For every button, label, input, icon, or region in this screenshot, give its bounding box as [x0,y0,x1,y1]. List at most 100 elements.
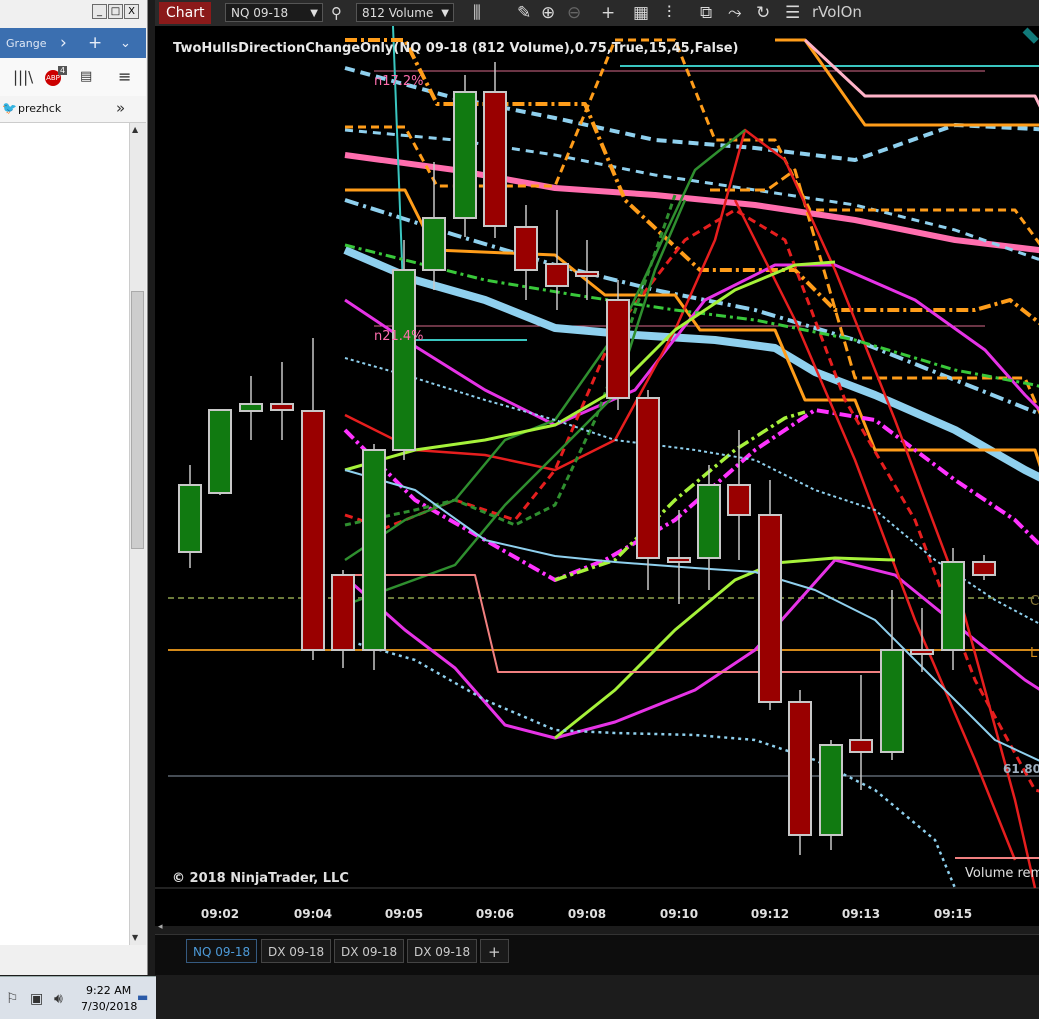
window-buttons: _ □ X [92,4,139,20]
zoom-in-icon[interactable]: ⊕ [541,2,555,24]
bar-type-selector[interactable]: 812 Volume ▼ [356,3,454,22]
bookmark-item[interactable]: prezhck [18,102,61,115]
show-desktop-icon[interactable]: ▬ [137,990,148,1004]
add-tab-button[interactable]: + [480,939,509,963]
browser-window: _ □ X Grange › + ⌄ |||\ ABP 4 ▤ ≡ 🐦 prez… [0,0,148,975]
tab-dx-09-18-2[interactable]: DX 09-18 [334,939,405,963]
time-axis-label: 09:13 [842,907,880,921]
zoom-out-icon[interactable]: ⊖ [567,2,581,24]
time-axis-label: 09:12 [751,907,789,921]
indicator-label: TwoHullsDirectionChangeOnly(NQ 09-18 (81… [173,41,739,56]
chart-window-tab[interactable]: Chart [159,2,212,24]
candle-body [422,217,446,271]
chevron-right-icon[interactable]: › [60,33,67,53]
annotation-mid-label: n21.4% [374,329,424,344]
scroll-left-icon[interactable]: ◂ [158,922,163,932]
time-axis-label: 09:04 [294,907,332,921]
time-axis-label: 09:10 [660,907,698,921]
candle-body [483,91,507,227]
candle-body [667,557,691,563]
right-label-c: C [1030,594,1039,609]
close-button[interactable]: X [124,4,139,19]
lime-upper-line [344,260,836,472]
light-pink-line [803,38,1039,108]
candle-body [910,649,934,655]
clock-date[interactable]: 7/30/2018 [81,1000,137,1013]
price-level-label: 61.80 [1003,762,1039,776]
library-icon[interactable]: |||\ [13,68,33,86]
scroll-down-icon[interactable]: ▼ [132,933,138,942]
tab-dx-09-18-1[interactable]: DX 09-18 [261,939,332,963]
bars-style-icon[interactable]: ⫼ [473,2,481,24]
right-label-l: L [1030,646,1038,661]
flag-icon[interactable]: ⚐ [6,991,19,1007]
twitter-icon: 🐦 [2,101,17,115]
crosshair-icon[interactable]: + [601,2,615,24]
candle-body [636,397,660,559]
instrument-selector[interactable]: NQ 09-18 ▼ [225,3,323,22]
candle-body [941,561,965,651]
indicators-icon[interactable]: ⫶ [667,2,671,24]
scroll-up-icon[interactable]: ▲ [132,125,138,134]
time-axis-label: 09:02 [201,907,239,921]
new-tab-icon[interactable]: + [88,33,102,53]
candle-body [880,649,904,753]
candle-body [727,484,751,516]
clock-time[interactable]: 9:22 AM [86,984,131,997]
instrument-tab-bar: ◂ NQ 09-18 DX 09-18 DX 09-18 DX 09-18 + [155,922,1039,975]
overflow-chevron-icon[interactable]: » [116,99,125,117]
candle-body [270,403,294,411]
bookmark-bar: 🐦 prezhck » [0,96,146,123]
light-blue-dotted-lower-line [344,638,957,889]
tab-dx-09-18-3[interactable]: DX 09-18 [407,939,478,963]
refresh-icon[interactable]: ↻ [756,2,770,24]
network-icon[interactable]: ▣ [30,991,43,1007]
sidebar-icon[interactable]: ▤ [80,69,92,84]
time-axis-label: 09:15 [934,907,972,921]
time-axis-label: 09:08 [568,907,606,921]
menu-icon[interactable]: ≡ [118,67,131,86]
trend-icon[interactable]: ⤳ [728,2,742,24]
windows-taskbar: ⚐ ▣ 🔊︎ 9:22 AM 7/30/2018 ▬ [0,976,156,1019]
chevron-down-icon[interactable]: ⌄ [120,36,131,51]
volume-label: Volume rem [965,866,1039,881]
ninjatrader-chart-window: Chart NQ 09-18 ▼ ⚲ 812 Volume ▼ ⫼ ✎ ⊕ ⊖ … [155,0,1039,975]
tab-nq-09-18[interactable]: NQ 09-18 [186,939,258,963]
browser-tab-title[interactable]: Grange [6,37,47,50]
candle-body [178,484,202,553]
candle-body [239,403,263,412]
browser-nav-bar: |||\ ABP 4 ▤ ≡ [0,58,146,97]
candle-body [758,514,782,703]
candle-body [208,409,232,494]
data-box-icon[interactable]: ▦ [633,2,649,24]
candle-body [301,410,325,651]
candle-body [697,484,721,559]
chart-canvas[interactable]: TwoHullsDirectionChangeOnly(NQ 09-18 (81… [155,26,1039,926]
draw-pencil-icon[interactable]: ✎ [517,2,531,24]
light-blue-lower-line [344,469,1039,762]
minimize-button[interactable]: _ [92,4,107,19]
instrument-value: NQ 09-18 [231,6,289,20]
candle-body [453,91,477,219]
chart-plot-area[interactable]: TwoHullsDirectionChangeOnly(NQ 09-18 (81… [155,26,1039,921]
strategies-icon[interactable]: ⧉ [700,2,712,24]
dark-teal-dashed-line [1022,27,1039,49]
vertical-scrollbar[interactable]: ▲ ▼ [129,123,146,945]
scroll-thumb[interactable] [131,291,144,549]
candle-body [972,561,996,576]
copyright-label: © 2018 NinjaTrader, LLC [172,871,349,886]
candle-body [575,271,599,277]
pink-thick-line [344,152,1039,254]
chart-toolbar: Chart NQ 09-18 ▼ ⚲ 812 Volume ▼ ⫼ ✎ ⊕ ⊖ … [155,0,1039,27]
volume-icon[interactable]: 🔊︎ [54,991,63,1007]
red-solid-line [344,128,1037,889]
maximize-button[interactable]: □ [108,4,123,19]
chevron-down-icon: ▼ [441,8,449,19]
rvol-label[interactable]: rVolOn [812,3,862,21]
search-icon[interactable]: ⚲ [331,2,342,24]
horizontal-scrollbar[interactable]: ◂ [155,922,1039,935]
properties-icon[interactable]: ☰ [785,2,800,24]
candle-body [849,739,873,753]
addon-badge: 4 [58,66,68,75]
candle-body [606,299,630,399]
